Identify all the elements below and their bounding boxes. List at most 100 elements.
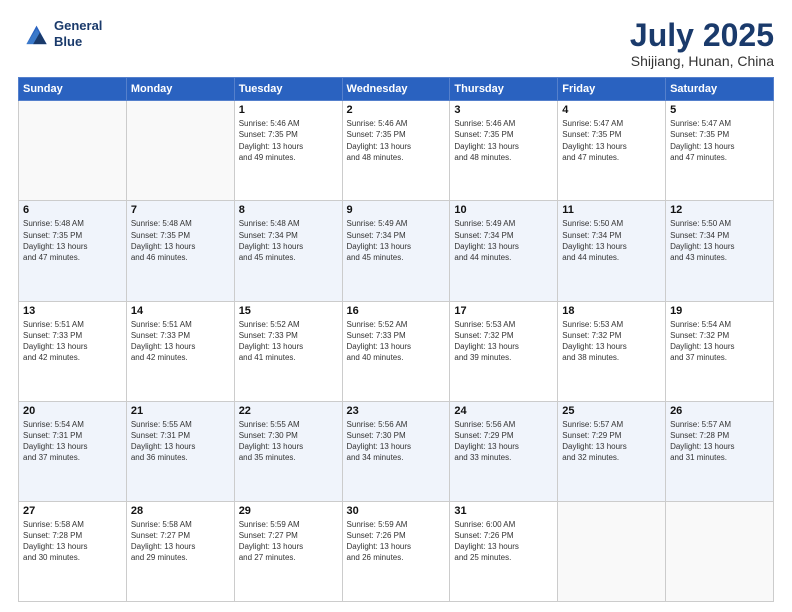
- table-row: 23 Sunrise: 5:56 AM Sunset: 7:30 PM Dayli…: [342, 401, 450, 501]
- day-info: Sunrise: 5:51 AM Sunset: 7:33 PM Dayligh…: [131, 319, 230, 364]
- day-number: 23: [347, 405, 446, 417]
- day-number: 11: [562, 204, 661, 216]
- day-info: Sunrise: 5:49 AM Sunset: 7:34 PM Dayligh…: [454, 218, 553, 263]
- logo-text: General Blue: [54, 18, 102, 49]
- day-number: 4: [562, 104, 661, 116]
- table-row: 14 Sunrise: 5:51 AM Sunset: 7:33 PM Dayli…: [126, 301, 234, 401]
- col-thursday: Thursday: [450, 78, 558, 101]
- calendar-week-row: 6 Sunrise: 5:48 AM Sunset: 7:35 PM Daylig…: [19, 201, 774, 301]
- table-row: 15 Sunrise: 5:52 AM Sunset: 7:33 PM Dayli…: [234, 301, 342, 401]
- day-info: Sunrise: 5:46 AM Sunset: 7:35 PM Dayligh…: [239, 118, 338, 163]
- day-number: 14: [131, 305, 230, 317]
- day-info: Sunrise: 5:56 AM Sunset: 7:29 PM Dayligh…: [454, 419, 553, 464]
- table-row: 19 Sunrise: 5:54 AM Sunset: 7:32 PM Dayli…: [666, 301, 774, 401]
- day-number: 9: [347, 204, 446, 216]
- table-row: 18 Sunrise: 5:53 AM Sunset: 7:32 PM Dayli…: [558, 301, 666, 401]
- day-number: 6: [23, 204, 122, 216]
- calendar-week-row: 20 Sunrise: 5:54 AM Sunset: 7:31 PM Dayli…: [19, 401, 774, 501]
- day-info: Sunrise: 5:54 AM Sunset: 7:31 PM Dayligh…: [23, 419, 122, 464]
- day-number: 12: [670, 204, 769, 216]
- title-block: July 2025 Shijiang, Hunan, China: [630, 18, 774, 69]
- table-row: 16 Sunrise: 5:52 AM Sunset: 7:33 PM Dayli…: [342, 301, 450, 401]
- day-number: 1: [239, 104, 338, 116]
- day-number: 24: [454, 405, 553, 417]
- table-row: 5 Sunrise: 5:47 AM Sunset: 7:35 PM Daylig…: [666, 101, 774, 201]
- day-info: Sunrise: 5:50 AM Sunset: 7:34 PM Dayligh…: [562, 218, 661, 263]
- col-wednesday: Wednesday: [342, 78, 450, 101]
- logo-icon: [18, 20, 50, 48]
- logo: General Blue: [18, 18, 102, 49]
- table-row: 1 Sunrise: 5:46 AM Sunset: 7:35 PM Daylig…: [234, 101, 342, 201]
- day-info: Sunrise: 5:46 AM Sunset: 7:35 PM Dayligh…: [454, 118, 553, 163]
- day-number: 19: [670, 305, 769, 317]
- day-number: 8: [239, 204, 338, 216]
- day-info: Sunrise: 5:48 AM Sunset: 7:35 PM Dayligh…: [131, 218, 230, 263]
- day-number: 2: [347, 104, 446, 116]
- day-number: 20: [23, 405, 122, 417]
- month-title: July 2025: [630, 18, 774, 53]
- table-row: 24 Sunrise: 5:56 AM Sunset: 7:29 PM Dayli…: [450, 401, 558, 501]
- day-info: Sunrise: 5:52 AM Sunset: 7:33 PM Dayligh…: [347, 319, 446, 364]
- table-row: 2 Sunrise: 5:46 AM Sunset: 7:35 PM Daylig…: [342, 101, 450, 201]
- day-info: Sunrise: 5:53 AM Sunset: 7:32 PM Dayligh…: [454, 319, 553, 364]
- col-monday: Monday: [126, 78, 234, 101]
- day-info: Sunrise: 5:55 AM Sunset: 7:31 PM Dayligh…: [131, 419, 230, 464]
- day-number: 3: [454, 104, 553, 116]
- day-number: 26: [670, 405, 769, 417]
- table-row: [126, 101, 234, 201]
- table-row: 27Sunrise: 5:58 AM Sunset: 7:28 PM Dayli…: [19, 501, 127, 601]
- day-number: 21: [131, 405, 230, 417]
- day-info: Sunrise: 5:54 AM Sunset: 7:32 PM Dayligh…: [670, 319, 769, 364]
- table-row: 8 Sunrise: 5:48 AM Sunset: 7:34 PM Daylig…: [234, 201, 342, 301]
- day-number: 17: [454, 305, 553, 317]
- day-info: Sunrise: 5:53 AM Sunset: 7:32 PM Dayligh…: [562, 319, 661, 364]
- table-row: 11 Sunrise: 5:50 AM Sunset: 7:34 PM Dayli…: [558, 201, 666, 301]
- day-number: 16: [347, 305, 446, 317]
- table-row: 31 Sunrise: 6:00 AM Sunset: 7:26 PM Dayli…: [450, 501, 558, 601]
- table-row: [666, 501, 774, 601]
- day-number: 27: [23, 505, 122, 517]
- day-number: 15: [239, 305, 338, 317]
- day-info: Sunrise: 5:57 AM Sunset: 7:29 PM Dayligh…: [562, 419, 661, 464]
- table-row: 9 Sunrise: 5:49 AM Sunset: 7:34 PM Daylig…: [342, 201, 450, 301]
- table-row: 3 Sunrise: 5:46 AM Sunset: 7:35 PM Daylig…: [450, 101, 558, 201]
- table-row: [19, 101, 127, 201]
- day-info: Sunrise: 5:57 AM Sunset: 7:28 PM Dayligh…: [670, 419, 769, 464]
- calendar-week-row: 27Sunrise: 5:58 AM Sunset: 7:28 PM Dayli…: [19, 501, 774, 601]
- day-info: Sunrise: 5:56 AM Sunset: 7:30 PM Dayligh…: [347, 419, 446, 464]
- day-number: 18: [562, 305, 661, 317]
- calendar-table: Sunday Monday Tuesday Wednesday Thursday…: [18, 77, 774, 602]
- day-number: 7: [131, 204, 230, 216]
- col-tuesday: Tuesday: [234, 78, 342, 101]
- table-row: 6 Sunrise: 5:48 AM Sunset: 7:35 PM Daylig…: [19, 201, 127, 301]
- day-number: 22: [239, 405, 338, 417]
- page: General Blue July 2025 Shijiang, Hunan, …: [0, 0, 792, 612]
- day-info: Sunrise: 5:48 AM Sunset: 7:35 PM Dayligh…: [23, 218, 122, 263]
- table-row: 4Sunrise: 5:47 AM Sunset: 7:35 PM Daylig…: [558, 101, 666, 201]
- day-number: 5: [670, 104, 769, 116]
- day-info: Sunrise: 5:52 AM Sunset: 7:33 PM Dayligh…: [239, 319, 338, 364]
- day-number: 28: [131, 505, 230, 517]
- table-row: 20 Sunrise: 5:54 AM Sunset: 7:31 PM Dayli…: [19, 401, 127, 501]
- day-info: Sunrise: 5:47 AM Sunset: 7:35 PM Dayligh…: [670, 118, 769, 163]
- col-friday: Friday: [558, 78, 666, 101]
- day-info: Sunrise: 5:46 AM Sunset: 7:35 PM Dayligh…: [347, 118, 446, 163]
- day-info: Sunrise: 5:58 AM Sunset: 7:27 PM Dayligh…: [131, 519, 230, 564]
- day-number: 25: [562, 405, 661, 417]
- day-info: Sunrise: 5:59 AM Sunset: 7:26 PM Dayligh…: [347, 519, 446, 564]
- day-info: Sunrise: 5:49 AM Sunset: 7:34 PM Dayligh…: [347, 218, 446, 263]
- day-number: 10: [454, 204, 553, 216]
- day-number: 30: [347, 505, 446, 517]
- table-row: 22Sunrise: 5:55 AM Sunset: 7:30 PM Dayli…: [234, 401, 342, 501]
- table-row: 28 Sunrise: 5:58 AM Sunset: 7:27 PM Dayli…: [126, 501, 234, 601]
- table-row: 29 Sunrise: 5:59 AM Sunset: 7:27 PM Dayli…: [234, 501, 342, 601]
- day-info: Sunrise: 6:00 AM Sunset: 7:26 PM Dayligh…: [454, 519, 553, 564]
- day-info: Sunrise: 5:48 AM Sunset: 7:34 PM Dayligh…: [239, 218, 338, 263]
- day-info: Sunrise: 5:59 AM Sunset: 7:27 PM Dayligh…: [239, 519, 338, 564]
- table-row: 17 Sunrise: 5:53 AM Sunset: 7:32 PM Dayli…: [450, 301, 558, 401]
- day-number: 29: [239, 505, 338, 517]
- day-number: 13: [23, 305, 122, 317]
- header: General Blue July 2025 Shijiang, Hunan, …: [18, 18, 774, 69]
- day-number: 31: [454, 505, 553, 517]
- table-row: 30 Sunrise: 5:59 AM Sunset: 7:26 PM Dayli…: [342, 501, 450, 601]
